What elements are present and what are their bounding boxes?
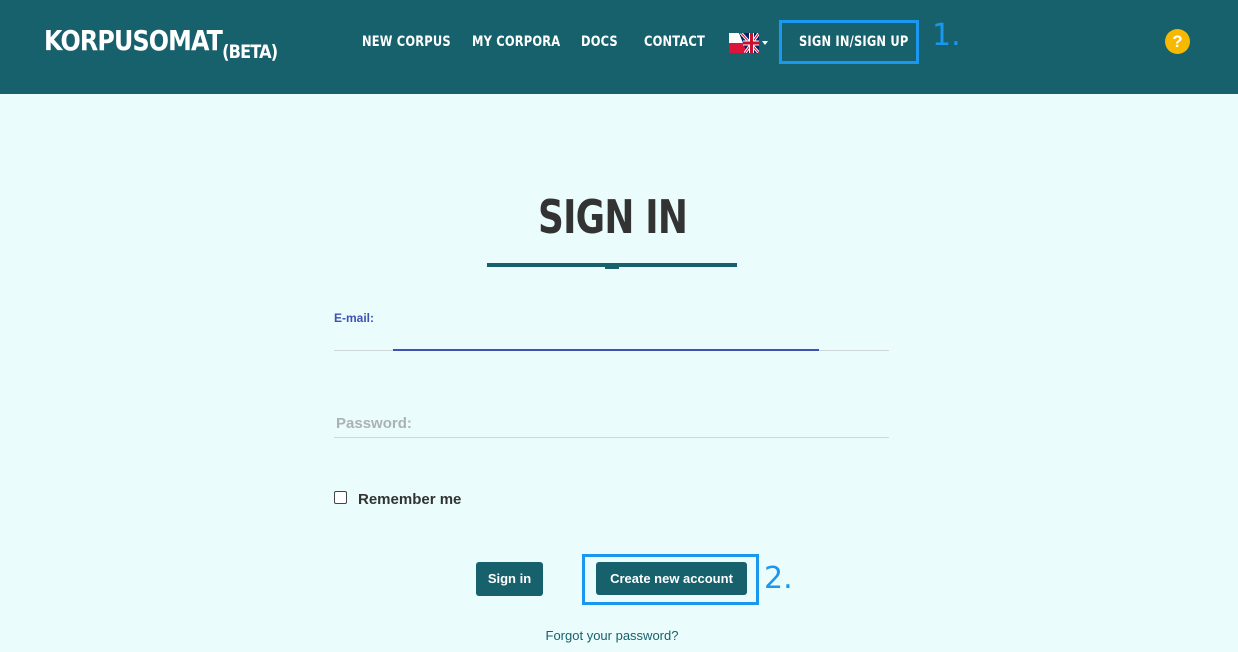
annotation-label-2: 2. [764, 561, 793, 596]
email-focus-underline [393, 349, 819, 351]
forgot-password-link[interactable]: Forgot your password? [0, 628, 1224, 643]
remember-me-label[interactable]: Remember me [358, 491, 461, 508]
email-field[interactable] [334, 326, 893, 350]
page-title-text: SIGN IN [537, 190, 688, 244]
language-flag-icon[interactable] [729, 33, 759, 53]
nav-docs[interactable]: DOCS [581, 34, 618, 52]
nav-my-corpora[interactable]: MY CORPORA [472, 34, 560, 52]
title-underline-notch [605, 267, 619, 269]
logo-beta: (BETA) [222, 41, 278, 63]
sign-in-button[interactable]: Sign in [476, 562, 543, 596]
logo-text: KORPUSOMAT [44, 24, 223, 57]
nav-new-corpus[interactable]: NEW CORPUS [362, 34, 451, 52]
nav-sign-in-sign-up[interactable]: SIGN IN/SIGN UP [799, 34, 908, 52]
top-header: KORPUSOMAT(BETA) NEW CORPUS MY CORPORA D… [0, 0, 1238, 94]
remember-me-checkbox[interactable] [334, 491, 347, 504]
app-logo[interactable]: KORPUSOMAT(BETA) [44, 24, 278, 63]
language-caret-icon[interactable] [762, 41, 768, 45]
email-label: E-mail: [334, 311, 375, 325]
password-underline [334, 437, 889, 438]
nav-contact[interactable]: CONTACT [644, 34, 705, 52]
annotation-label-1: 1. [932, 18, 961, 53]
create-account-button[interactable]: Create new account [596, 562, 747, 595]
help-icon[interactable]: ? [1165, 29, 1190, 54]
password-field[interactable] [334, 411, 893, 435]
page-title: SIGN IN [0, 190, 1225, 244]
